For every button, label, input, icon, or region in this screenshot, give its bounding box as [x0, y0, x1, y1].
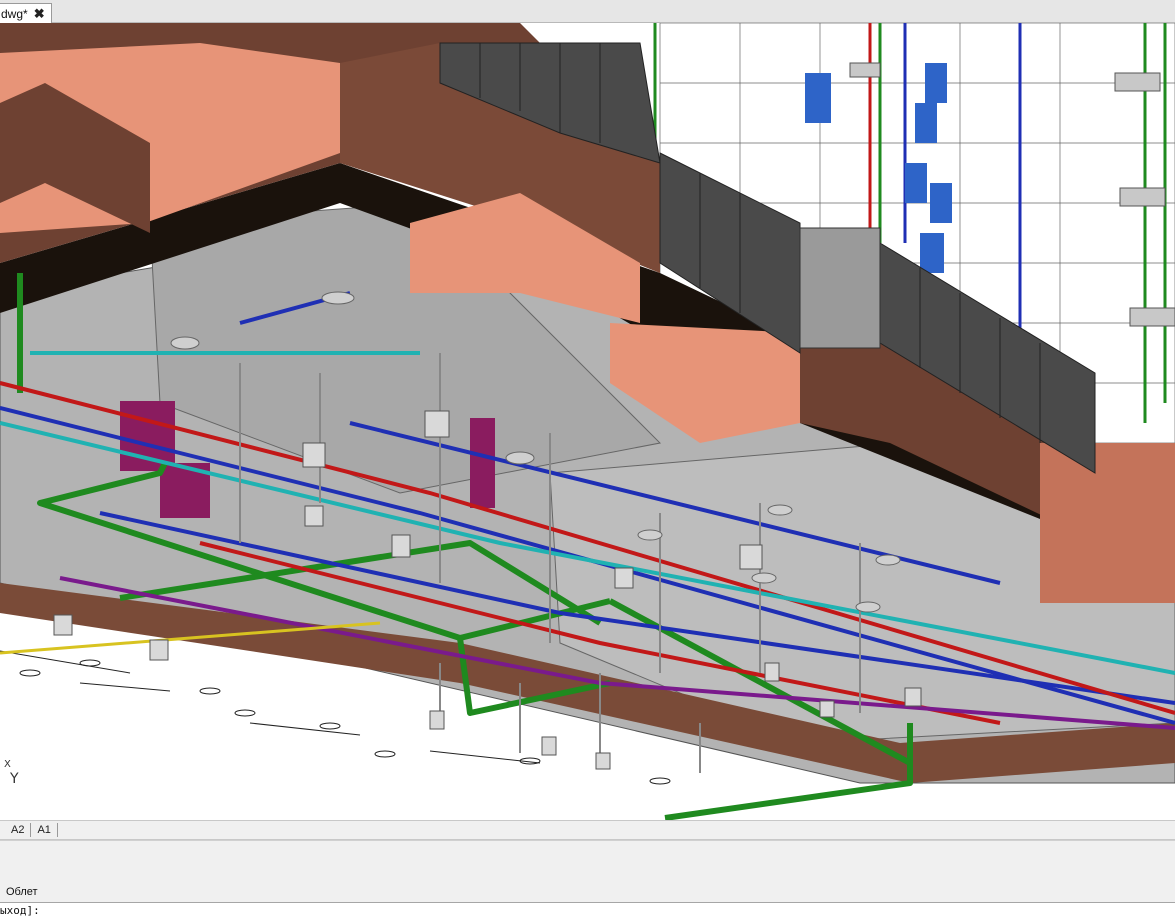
drawing-viewport[interactable]: X Y: [0, 23, 1175, 820]
duct-far-right: [1040, 443, 1175, 603]
command-line[interactable]: ыход]:: [0, 902, 1175, 920]
ucs-axis-icon: X Y: [4, 759, 19, 787]
close-icon[interactable]: ✖: [34, 6, 45, 22]
ucs-x-tick: X: [4, 759, 11, 770]
layout-tab-a1[interactable]: A1: [31, 823, 58, 837]
document-tab-strip: dwg* ✖: [0, 0, 1175, 23]
facade-panel: [799, 227, 881, 349]
model-3d-scene: [0, 23, 1175, 820]
command-history-panel: Облет: [0, 840, 1175, 902]
command-input[interactable]: [46, 903, 1170, 920]
layout-tab-a2[interactable]: A2: [5, 823, 32, 837]
ucs-y-label: Y: [10, 771, 19, 787]
layout-tab-bar: A2 A1: [0, 820, 1175, 840]
command-prompt: ыход]:: [0, 904, 40, 917]
document-tab[interactable]: dwg* ✖: [0, 3, 52, 23]
command-history-line: Облет: [6, 886, 38, 898]
document-tab-label: dwg*: [1, 6, 28, 21]
